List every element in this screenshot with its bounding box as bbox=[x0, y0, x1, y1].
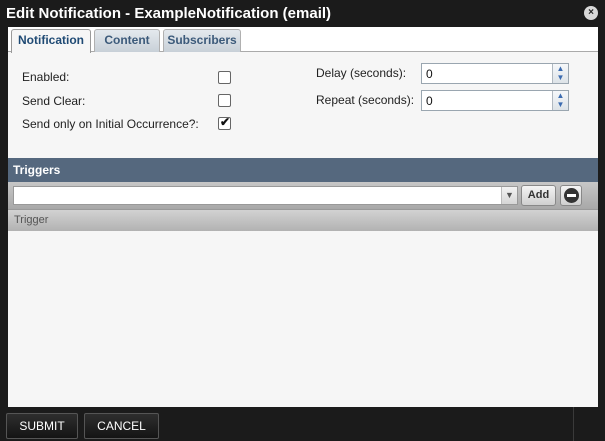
chevron-down-icon[interactable]: ▼ bbox=[501, 187, 517, 204]
enabled-checkbox[interactable] bbox=[218, 71, 231, 84]
delay-spinner-arrows: ▲ ▼ bbox=[552, 64, 568, 83]
repeat-label: Repeat (seconds): bbox=[316, 93, 415, 107]
dialog-titlebar: Edit Notification - ExampleNotification … bbox=[0, 0, 605, 27]
add-trigger-button[interactable]: Add bbox=[521, 185, 556, 206]
submit-button[interactable]: SUBMIT bbox=[6, 413, 78, 439]
tab-content[interactable]: Content bbox=[94, 29, 160, 52]
send-clear-checkbox[interactable] bbox=[218, 94, 231, 107]
repeat-spinner[interactable]: 0 ▲ ▼ bbox=[421, 90, 569, 111]
tab-notification[interactable]: Notification bbox=[11, 29, 91, 53]
cancel-button[interactable]: CANCEL bbox=[84, 413, 159, 439]
delay-value[interactable]: 0 bbox=[426, 67, 433, 81]
dialog-body: Notification Content Subscribers Enabled… bbox=[8, 27, 598, 407]
repeat-value[interactable]: 0 bbox=[426, 94, 433, 108]
tab-subscribers[interactable]: Subscribers bbox=[163, 29, 241, 52]
delay-label: Delay (seconds): bbox=[316, 66, 407, 80]
chevron-down-icon[interactable]: ▼ bbox=[555, 74, 566, 82]
chevron-up-icon[interactable]: ▲ bbox=[555, 92, 566, 100]
send-clear-label: Send Clear: bbox=[22, 94, 86, 108]
initial-occurrence-label: Send only on Initial Occurrence?: bbox=[22, 117, 199, 131]
checkmark-icon: ✔ bbox=[220, 115, 231, 129]
footer-divider bbox=[573, 407, 574, 441]
chevron-down-icon[interactable]: ▼ bbox=[555, 101, 566, 109]
dialog-footer: SUBMIT CANCEL bbox=[0, 407, 605, 441]
triggers-grid bbox=[8, 231, 598, 407]
remove-trigger-button[interactable] bbox=[560, 185, 582, 206]
dialog-title: Edit Notification - ExampleNotification … bbox=[6, 5, 332, 22]
triggers-header: Triggers bbox=[8, 158, 598, 182]
minus-circle-icon bbox=[564, 188, 579, 203]
triggers-toolbar: ▼ Add bbox=[8, 182, 598, 209]
repeat-spinner-arrows: ▲ ▼ bbox=[552, 91, 568, 110]
tab-bar: Notification Content Subscribers bbox=[8, 27, 598, 53]
enabled-label: Enabled: bbox=[22, 70, 70, 84]
close-icon[interactable]: × bbox=[584, 6, 598, 20]
trigger-select[interactable]: ▼ bbox=[13, 186, 518, 205]
delay-spinner[interactable]: 0 ▲ ▼ bbox=[421, 63, 569, 84]
edit-notification-dialog: Edit Notification - ExampleNotification … bbox=[0, 0, 605, 441]
initial-occurrence-checkbox[interactable]: ✔ bbox=[218, 115, 231, 130]
chevron-up-icon[interactable]: ▲ bbox=[555, 65, 566, 73]
trigger-column-header[interactable]: Trigger bbox=[8, 209, 598, 231]
